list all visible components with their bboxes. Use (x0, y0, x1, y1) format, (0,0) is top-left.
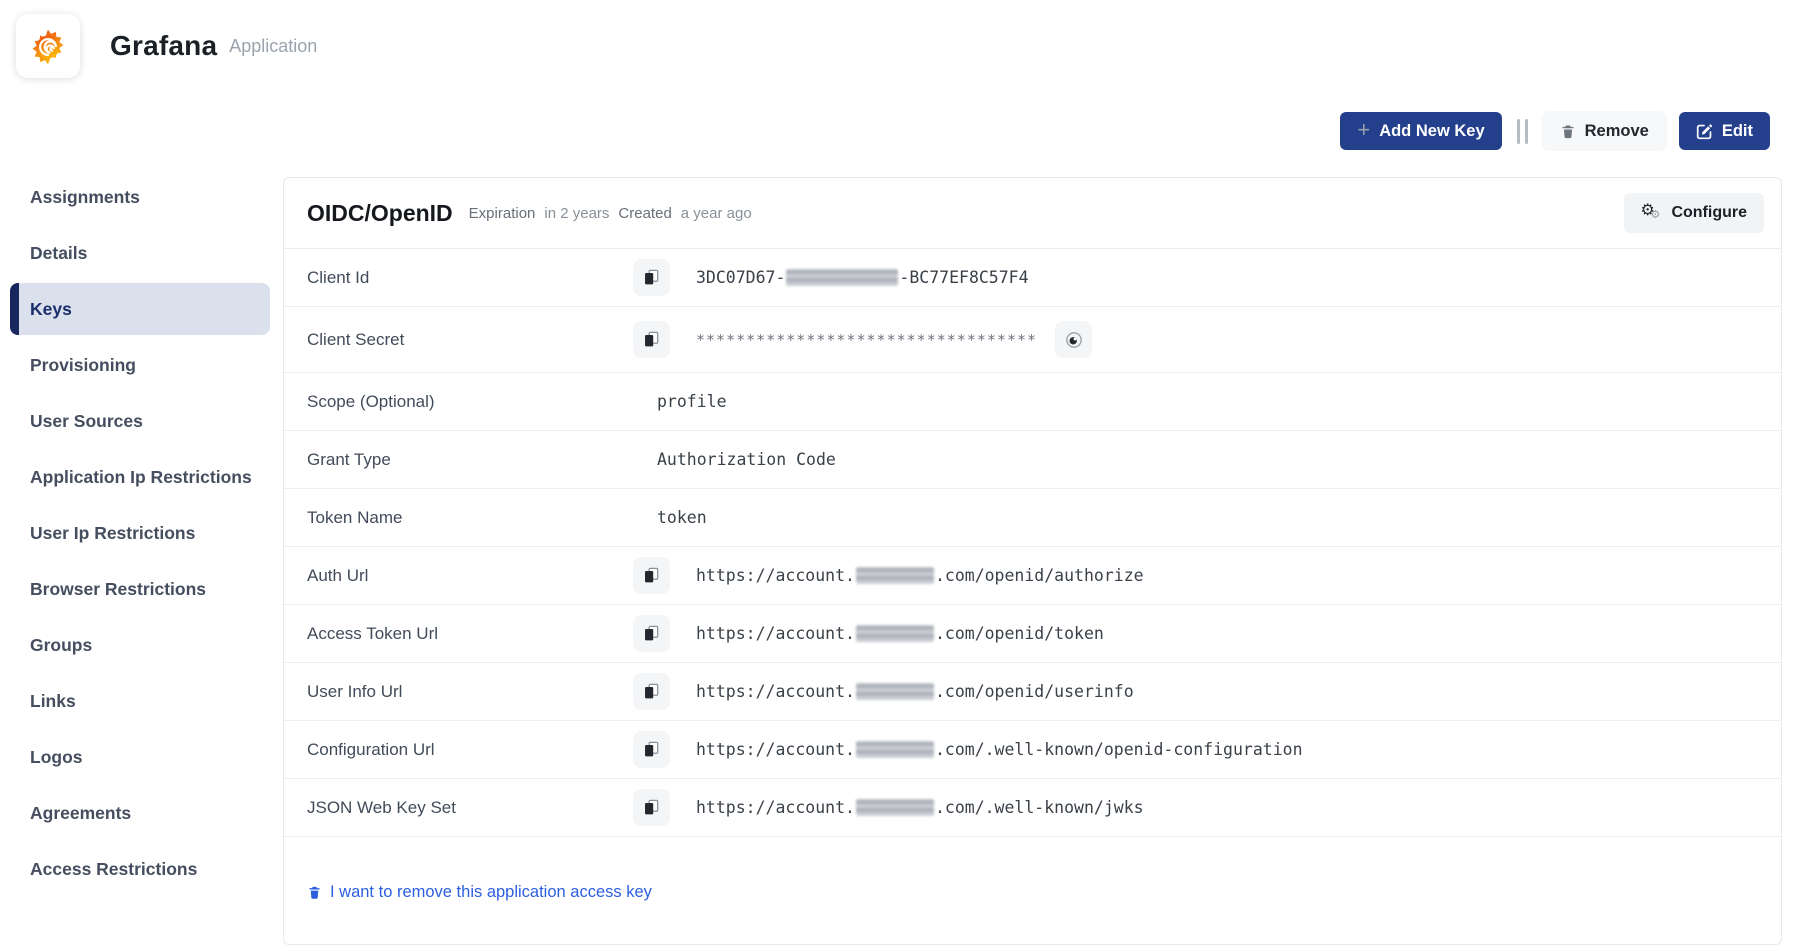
sidebar-item-details[interactable]: Details (10, 225, 270, 281)
eye-icon[interactable] (1055, 321, 1092, 358)
expiration-value: in 2 years (544, 205, 609, 222)
client-id-label: Client Id (284, 268, 633, 288)
gears-icon: ⚙⚙ (1641, 203, 1661, 223)
app-header: Grafana Application (16, 14, 317, 78)
client-secret-label: Client Secret (284, 330, 633, 350)
created-value: a year ago (681, 205, 752, 222)
configuration-url-value: https://account..com/.well-known/openid-… (696, 740, 1303, 759)
row-client-id: Client Id 3DC07D67--BC77EF8C57F4 (284, 249, 1781, 307)
sidebar-item-logos[interactable]: Logos (10, 729, 270, 785)
toolbar: + Add New Key Remove Edit (1340, 112, 1770, 150)
expiration-label: Expiration (469, 205, 536, 222)
page-title: Grafana (110, 30, 217, 62)
edit-label: Edit (1722, 122, 1753, 141)
row-grant-type: Grant Type Authorization Code (284, 431, 1781, 489)
copy-icon[interactable] (633, 557, 670, 594)
jwks-value: https://account..com/.well-known/jwks (696, 798, 1144, 817)
copy-icon[interactable] (633, 731, 670, 768)
user-info-url-label: User Info Url (284, 682, 633, 702)
redacted-segment (856, 567, 934, 584)
row-user-info-url: User Info Url https://account..com/openi… (284, 663, 1781, 721)
sidebar-item-application-ip-restrictions[interactable]: Application Ip Restrictions (10, 449, 270, 505)
redacted-segment (786, 269, 898, 286)
client-id-value: 3DC07D67--BC77EF8C57F4 (696, 268, 1029, 287)
copy-icon[interactable] (633, 673, 670, 710)
sidebar-item-browser-restrictions[interactable]: Browser Restrictions (10, 561, 270, 617)
sidebar-item-access-restrictions[interactable]: Access Restrictions (10, 841, 270, 897)
sidebar-item-assignments[interactable]: Assignments (10, 169, 270, 225)
row-auth-url: Auth Url https://account..com/openid/aut… (284, 547, 1781, 605)
copy-icon[interactable] (633, 789, 670, 826)
remove-label: Remove (1585, 122, 1649, 141)
access-token-url-value: https://account..com/openid/token (696, 624, 1104, 643)
row-configuration-url: Configuration Url https://account..com/.… (284, 721, 1781, 779)
remove-access-key-label: I want to remove this application access… (330, 883, 652, 902)
sidebar-item-provisioning[interactable]: Provisioning (10, 337, 270, 393)
row-scope: Scope (Optional) profile (284, 373, 1781, 431)
copy-icon[interactable] (633, 259, 670, 296)
sidebar-item-groups[interactable]: Groups (10, 617, 270, 673)
row-token-name: Token Name token (284, 489, 1781, 547)
auth-url-label: Auth Url (284, 566, 633, 586)
row-client-secret: Client Secret **************************… (284, 307, 1781, 373)
copy-icon[interactable] (633, 321, 670, 358)
trash-icon (307, 884, 322, 901)
grant-type-label: Grant Type (284, 450, 633, 470)
remove-button[interactable]: Remove (1543, 112, 1666, 150)
configure-label: Configure (1671, 204, 1747, 222)
created-label: Created (618, 205, 671, 222)
sidebar-item-user-ip-restrictions[interactable]: User Ip Restrictions (10, 505, 270, 561)
grant-type-value: Authorization Code (633, 450, 836, 469)
redacted-segment (856, 683, 934, 700)
redacted-segment (856, 741, 934, 758)
card-footer: I want to remove this application access… (284, 837, 1781, 906)
row-json-web-key-set: JSON Web Key Set https://account..com/.w… (284, 779, 1781, 837)
scope-label: Scope (Optional) (284, 392, 633, 412)
grafana-logo-icon (27, 25, 69, 67)
toolbar-divider (1517, 119, 1528, 144)
sidebar-item-links[interactable]: Links (10, 673, 270, 729)
grafana-logo-card (16, 14, 80, 78)
trash-icon (1560, 123, 1576, 140)
edit-button[interactable]: Edit (1679, 112, 1770, 150)
plus-icon: + (1357, 119, 1370, 141)
sidebar-item-user-sources[interactable]: User Sources (10, 393, 270, 449)
sidebar: Assignments Details Keys Provisioning Us… (10, 169, 270, 897)
jwks-label: JSON Web Key Set (284, 798, 633, 818)
sidebar-item-keys[interactable]: Keys (10, 283, 270, 335)
auth-url-value: https://account..com/openid/authorize (696, 566, 1144, 585)
key-title: OIDC/OpenID (307, 200, 453, 227)
page-subtitle: Application (229, 36, 317, 57)
row-access-token-url: Access Token Url https://account..com/op… (284, 605, 1781, 663)
access-token-url-label: Access Token Url (284, 624, 633, 644)
key-meta: Expiration in 2 years Created a year ago (469, 205, 752, 222)
card-header: OIDC/OpenID Expiration in 2 years Create… (284, 178, 1781, 249)
edit-icon (1696, 123, 1713, 140)
add-new-key-label: Add New Key (1379, 122, 1484, 141)
copy-icon[interactable] (633, 615, 670, 652)
redacted-segment (856, 799, 934, 816)
configure-button[interactable]: ⚙⚙ Configure (1624, 193, 1764, 233)
token-name-label: Token Name (284, 508, 633, 528)
configuration-url-label: Configuration Url (284, 740, 633, 760)
redacted-segment (856, 625, 934, 642)
add-new-key-button[interactable]: + Add New Key (1340, 112, 1501, 150)
remove-access-key-link[interactable]: I want to remove this application access… (307, 883, 652, 902)
token-name-value: token (633, 508, 707, 527)
user-info-url-value: https://account..com/openid/userinfo (696, 682, 1134, 701)
key-detail-card: OIDC/OpenID Expiration in 2 years Create… (283, 177, 1782, 945)
client-secret-masked-value: ********************************** (696, 331, 1037, 349)
scope-value: profile (633, 392, 727, 411)
sidebar-item-agreements[interactable]: Agreements (10, 785, 270, 841)
